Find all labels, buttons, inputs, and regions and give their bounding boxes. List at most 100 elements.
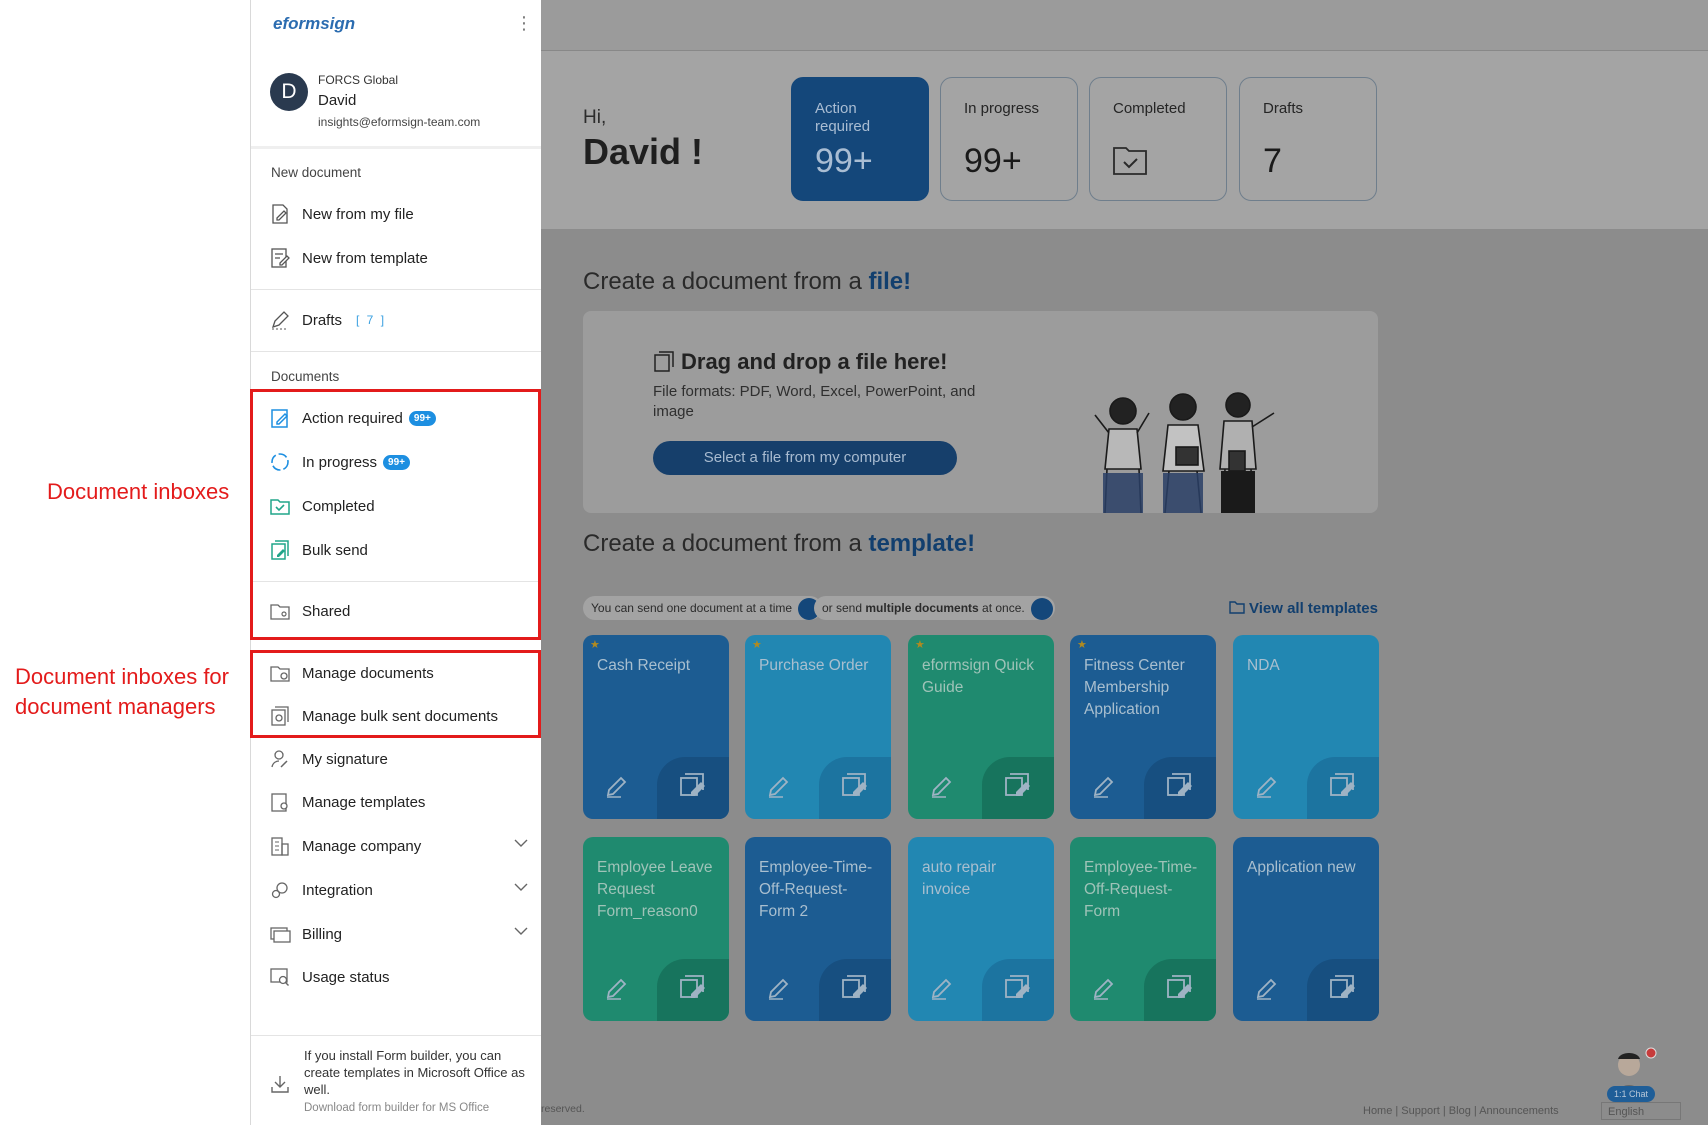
bulk-send-pen-icon[interactable] — [679, 974, 709, 1005]
template-edit-icon — [269, 247, 291, 269]
template-card[interactable]: Employee-Time-Off-Request-Form 2 — [745, 837, 891, 1021]
single-send-pill: You can send one document at a time — [583, 596, 823, 620]
footer-links[interactable]: Home | Support | Blog | Announcements — [1363, 1105, 1559, 1117]
single-send-pen-icon[interactable] — [930, 774, 956, 803]
nav-billing[interactable]: Billing — [269, 919, 529, 949]
select-file-button[interactable]: Select a file from my computer — [653, 441, 957, 475]
template-name: auto repair invoice — [922, 859, 997, 898]
template-card[interactable]: ★ Cash Receipt — [583, 635, 729, 819]
nav-label: Manage templates — [302, 793, 426, 811]
star-icon: ★ — [915, 639, 925, 651]
template-name: NDA — [1247, 657, 1280, 674]
star-icon: ★ — [590, 639, 600, 651]
chat-widget[interactable]: 1:1 Chat — [1601, 1045, 1661, 1105]
stat-drafts[interactable]: Drafts 7 — [1239, 77, 1377, 201]
nav-new-from-file[interactable]: New from my file — [269, 199, 529, 229]
template-card[interactable]: ★ eformsign Quick Guide — [908, 635, 1054, 819]
usage-search-icon — [269, 966, 291, 988]
template-card[interactable]: Employee Leave Request Form_reason0 — [583, 837, 729, 1021]
stat-label: In progress — [964, 100, 1040, 117]
file-edit-icon — [269, 203, 291, 225]
download-icon[interactable] — [269, 1073, 291, 1100]
new-document-section-title: New document — [271, 165, 362, 180]
main-content: Hi, David ! Action required 99+ In progr… — [541, 0, 1708, 1125]
chevron-down-icon[interactable] — [513, 923, 529, 944]
people-illustration — [1094, 392, 1275, 513]
stat-label: Drafts — [1263, 100, 1304, 117]
bulk-send-pen-icon[interactable] — [841, 772, 871, 803]
single-send-pen-icon[interactable] — [767, 976, 793, 1005]
bulk-send-pen-icon[interactable] — [1166, 772, 1196, 803]
nav-label: My signature — [302, 750, 388, 768]
nav-new-from-template[interactable]: New from template — [269, 243, 529, 273]
nav-label: New from template — [302, 249, 428, 267]
file-dropzone[interactable]: Drag and drop a file here! File formats:… — [583, 311, 1378, 513]
dropzone-subtitle: File formats: PDF, Word, Excel, PowerPoi… — [653, 383, 976, 420]
user-name: David — [318, 92, 357, 109]
divider — [251, 1035, 541, 1036]
file-heading: Create a document from a file! — [583, 268, 911, 296]
template-card[interactable]: auto repair invoice — [908, 837, 1054, 1021]
chevron-down-icon[interactable] — [513, 835, 529, 856]
template-name: Application new — [1247, 859, 1356, 876]
bulk-send-pen-icon[interactable] — [841, 974, 871, 1005]
single-send-pen-icon[interactable] — [1255, 774, 1281, 803]
template-card[interactable]: ★ Fitness Center Membership Application — [1070, 635, 1216, 819]
single-send-pen-icon[interactable] — [1255, 976, 1281, 1005]
avatar[interactable]: D — [270, 73, 308, 111]
single-send-pen-icon[interactable] — [1092, 774, 1118, 803]
template-heading-prefix: Create a document from a — [583, 530, 869, 557]
chat-label: 1:1 Chat — [1607, 1086, 1655, 1102]
template-card[interactable]: Application new — [1233, 837, 1379, 1021]
nav-label: New from my file — [302, 205, 414, 223]
chevron-down-icon[interactable] — [513, 879, 529, 900]
eformsign-logo[interactable]: eformsign — [273, 14, 355, 34]
top-bar — [541, 0, 1708, 51]
template-name: Cash Receipt — [597, 657, 691, 674]
view-all-label: View all templates — [1249, 600, 1378, 617]
template-card[interactable]: NDA — [1233, 635, 1379, 819]
pill-text: or send — [822, 601, 866, 615]
template-name: Purchase Order — [759, 657, 869, 674]
stat-in-progress[interactable]: In progress 99+ — [940, 77, 1078, 201]
template-name: Fitness Center Membership Application — [1084, 657, 1185, 718]
view-all-templates-link[interactable]: View all templates — [1229, 600, 1378, 617]
nav-usage-status[interactable]: Usage status — [269, 962, 529, 992]
form-builder-info: If you install Form builder, you can cre… — [304, 1048, 525, 1097]
folder-icon — [1229, 601, 1245, 614]
more-menu-icon[interactable]: ⋮ — [515, 14, 533, 32]
nav-manage-templates[interactable]: Manage templates — [269, 787, 529, 817]
bulk-send-pen-icon[interactable] — [1004, 974, 1034, 1005]
highlight-document-inboxes — [250, 389, 541, 640]
nav-integration[interactable]: Integration — [269, 875, 529, 905]
user-org: FORCS Global — [318, 73, 399, 87]
single-send-pen-icon[interactable] — [605, 774, 631, 803]
greeting: Hi, — [583, 107, 607, 128]
bulk-send-pen-icon[interactable] — [679, 772, 709, 803]
pill-text: at once. — [978, 601, 1025, 615]
single-send-pen-icon[interactable] — [605, 976, 631, 1005]
divider — [251, 351, 541, 352]
copyright-text: reserved. — [541, 1103, 585, 1115]
dropzone-title: Drag and drop a file here! — [681, 349, 948, 374]
pencil-icon — [269, 309, 291, 331]
stat-label: Completed — [1113, 100, 1186, 117]
template-card[interactable]: ★ Purchase Order — [745, 635, 891, 819]
stat-completed[interactable]: Completed — [1089, 77, 1227, 201]
bulk-send-pen-icon[interactable] — [1166, 974, 1196, 1005]
nav-manage-company[interactable]: Manage company — [269, 831, 529, 861]
multi-send-pill: or send multiple documents at once. — [814, 596, 1055, 620]
template-card[interactable]: Employee-Time-Off-Request-Form — [1070, 837, 1216, 1021]
single-send-pen-icon[interactable] — [1092, 976, 1118, 1005]
stat-action-required[interactable]: Action required 99+ — [791, 77, 929, 201]
nav-drafts[interactable]: Drafts [ 7 ] — [269, 305, 529, 335]
single-send-pen-icon[interactable] — [767, 774, 793, 803]
nav-my-signature[interactable]: My signature — [269, 744, 529, 774]
single-send-pen-icon[interactable] — [930, 976, 956, 1005]
upload-icon — [653, 351, 677, 378]
bulk-send-pen-icon[interactable] — [1329, 772, 1359, 803]
bulk-send-pen-icon[interactable] — [1329, 974, 1359, 1005]
annotation-document-inboxes: Document inboxes — [47, 479, 230, 504]
bulk-send-pen-icon[interactable] — [1004, 772, 1034, 803]
download-form-builder-link[interactable]: Download form builder for MS Office — [304, 1102, 489, 1114]
